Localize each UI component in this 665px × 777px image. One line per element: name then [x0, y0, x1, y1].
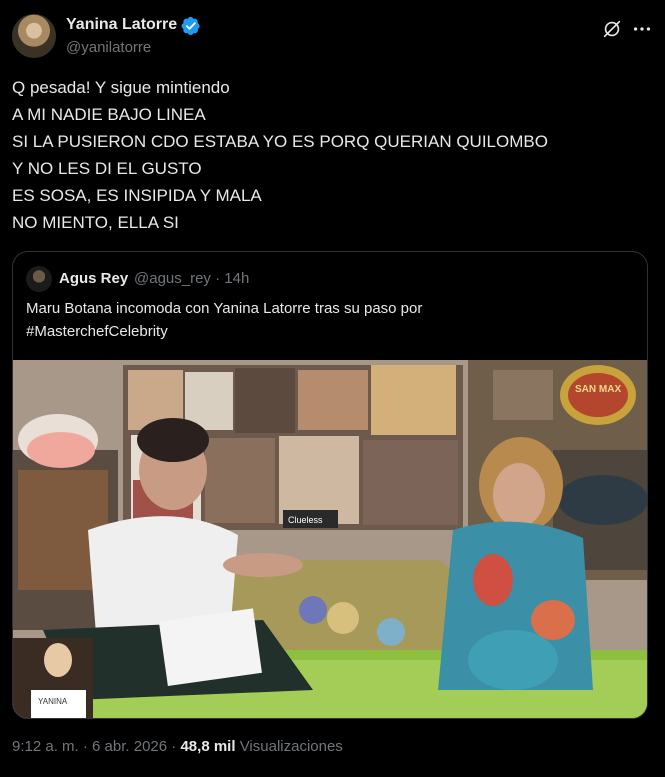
- tweet-time[interactable]: 9:12 a. m.: [12, 738, 79, 755]
- more-icon[interactable]: [631, 18, 653, 40]
- tweet-meta: 9:12 a. m. · 6 abr. 2026 · 48,8 mil Visu…: [12, 738, 343, 755]
- tweet-date[interactable]: 6 abr. 2026: [92, 738, 167, 755]
- meta-separator: ·: [171, 738, 177, 755]
- poster-label: Clueless: [288, 515, 323, 525]
- tweet-line: Q pesada! Y sigue mintiendo: [12, 78, 230, 97]
- tweet-header: Yanina Latorre @yanilatorre: [12, 12, 653, 60]
- tweet-line: NO MIENTO, ELLA SI: [12, 213, 179, 232]
- tweet-line: SI LA PUSIERON CDO ESTABA YO ES PORQ QUE…: [12, 132, 548, 151]
- meta-separator: ·: [82, 738, 88, 755]
- author-avatar[interactable]: [12, 14, 56, 58]
- quoted-video[interactable]: Clueless SAN MAX YANINA: [13, 360, 647, 718]
- tweet-line: ES SOSA, ES INSIPIDA Y MALA: [12, 186, 262, 205]
- author-handle[interactable]: @yanilatorre: [66, 39, 151, 56]
- inset-label: YANINA: [38, 697, 68, 706]
- sign-label: SAN MAX: [575, 384, 621, 395]
- quoted-handle: @agus_rey: [134, 270, 211, 287]
- video-frame: Clueless SAN MAX YANINA: [13, 360, 647, 718]
- quoted-text: Maru Botana incomoda con Yanina Latorre …: [26, 297, 634, 343]
- quoted-meta: @agus_rey · 14h: [134, 270, 249, 287]
- quoted-text-line[interactable]: #MasterchefCelebrity: [26, 320, 634, 343]
- tweet-line: A MI NADIE BAJO LINEA: [12, 105, 206, 124]
- quoted-text-line: Maru Botana incomoda con Yanina Latorre …: [26, 300, 423, 317]
- tweet-line: Y NO LES DI EL GUSTO: [12, 159, 202, 178]
- quoted-author-avatar: [26, 266, 52, 292]
- views-count: 48,8 mil: [180, 738, 236, 755]
- quoted-author-name: Agus Rey: [59, 270, 129, 287]
- meta-separator: ·: [215, 270, 221, 287]
- quoted-tweet[interactable]: Agus Rey @agus_rey · 14h Maru Botana inc…: [12, 251, 648, 719]
- grok-icon[interactable]: [601, 18, 623, 40]
- quoted-time: 14h: [224, 270, 250, 287]
- tweet-text: Q pesada! Y sigue mintiendo A MI NADIE B…: [12, 74, 653, 236]
- verified-badge-icon: [181, 16, 200, 36]
- views-label: Visualizaciones: [239, 738, 343, 755]
- author-name[interactable]: Yanina Latorre: [66, 16, 177, 34]
